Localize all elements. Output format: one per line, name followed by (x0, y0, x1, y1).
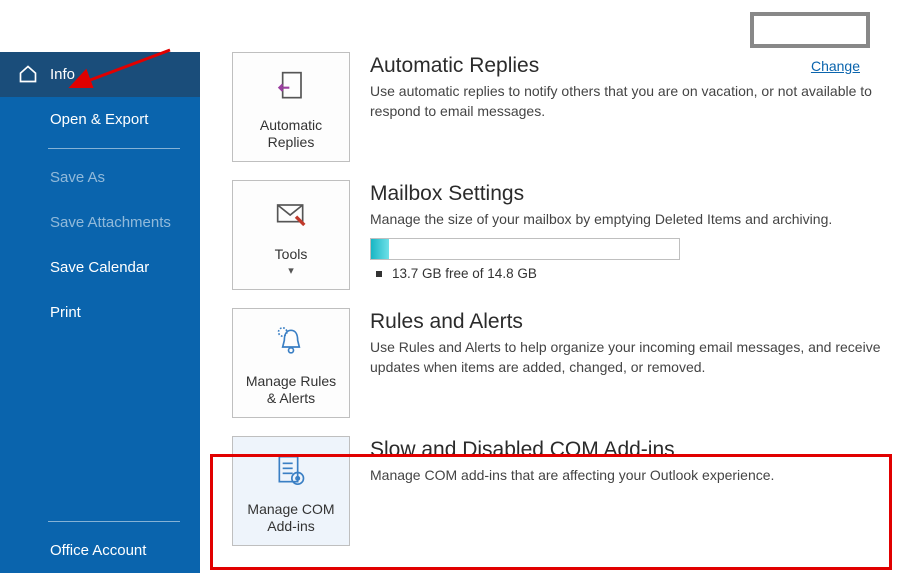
sidebar-item-label: Save Attachments (50, 214, 171, 231)
sidebar-item-print[interactable]: Print (0, 290, 200, 335)
section-rules-alerts: Manage Rules & Alerts Rules and Alerts U… (232, 308, 882, 418)
main-panel: Change Automatic Replies Automatic Repli… (200, 52, 900, 573)
sidebar-item-save-attachments: Save Attachments (0, 200, 200, 245)
storage-bar (370, 238, 680, 260)
section-mailbox-settings: Tools ▾ Mailbox Settings Manage the size… (232, 180, 882, 290)
tools-icon (271, 195, 311, 238)
section-automatic-replies: Automatic Replies Automatic Replies Use … (232, 52, 882, 162)
tile-label: Manage Rules & Alerts (246, 373, 336, 407)
sidebar-item-label: Office Account (50, 542, 146, 559)
section-desc: Use automatic replies to notify others t… (370, 82, 882, 121)
section-title: Mailbox Settings (370, 182, 882, 206)
tile-label: Automatic Replies (260, 117, 322, 151)
sidebar-item-info[interactable]: Info (0, 52, 200, 97)
tile-tools[interactable]: Tools ▾ (232, 180, 350, 290)
section-title: Rules and Alerts (370, 310, 882, 334)
sidebar-item-label: Save Calendar (50, 259, 149, 276)
sidebar-item-save-calendar[interactable]: Save Calendar (0, 245, 200, 290)
divider (48, 521, 180, 522)
section-com-addins: Manage COM Add-ins Slow and Disabled COM… (232, 436, 882, 546)
section-desc: Use Rules and Alerts to help organize yo… (370, 338, 882, 377)
sidebar-item-open-export[interactable]: Open & Export (0, 97, 200, 142)
sidebar-item-label: Print (50, 304, 81, 321)
sidebar-item-save-as: Save As (0, 155, 200, 200)
home-icon (18, 64, 38, 88)
addins-gear-icon (271, 450, 311, 493)
section-desc: Manage COM add-ins that are affecting yo… (370, 466, 882, 486)
reply-icon (271, 66, 311, 109)
section-title: Automatic Replies (370, 54, 882, 78)
sidebar-item-label: Save As (50, 169, 105, 186)
chevron-down-icon: ▾ (288, 264, 294, 277)
sidebar-item-label: Info (50, 66, 75, 83)
sidebar: Info Open & Export Save As Save Attachme… (0, 52, 200, 573)
bell-gear-icon (271, 322, 311, 365)
tile-label: Tools (275, 246, 308, 263)
tile-label: Manage COM Add-ins (247, 501, 334, 535)
divider (48, 148, 180, 149)
profile-thumbnail (750, 12, 870, 48)
section-desc: Manage the size of your mailbox by empty… (370, 210, 882, 230)
change-link[interactable]: Change (811, 58, 860, 74)
sidebar-item-office-account[interactable]: Office Account (0, 528, 200, 573)
storage-text: 13.7 GB free of 14.8 GB (370, 266, 882, 281)
section-title: Slow and Disabled COM Add-ins (370, 438, 882, 462)
tile-manage-com-addins[interactable]: Manage COM Add-ins (232, 436, 350, 546)
tile-automatic-replies[interactable]: Automatic Replies (232, 52, 350, 162)
sidebar-item-label: Open & Export (50, 111, 148, 128)
tile-manage-rules[interactable]: Manage Rules & Alerts (232, 308, 350, 418)
